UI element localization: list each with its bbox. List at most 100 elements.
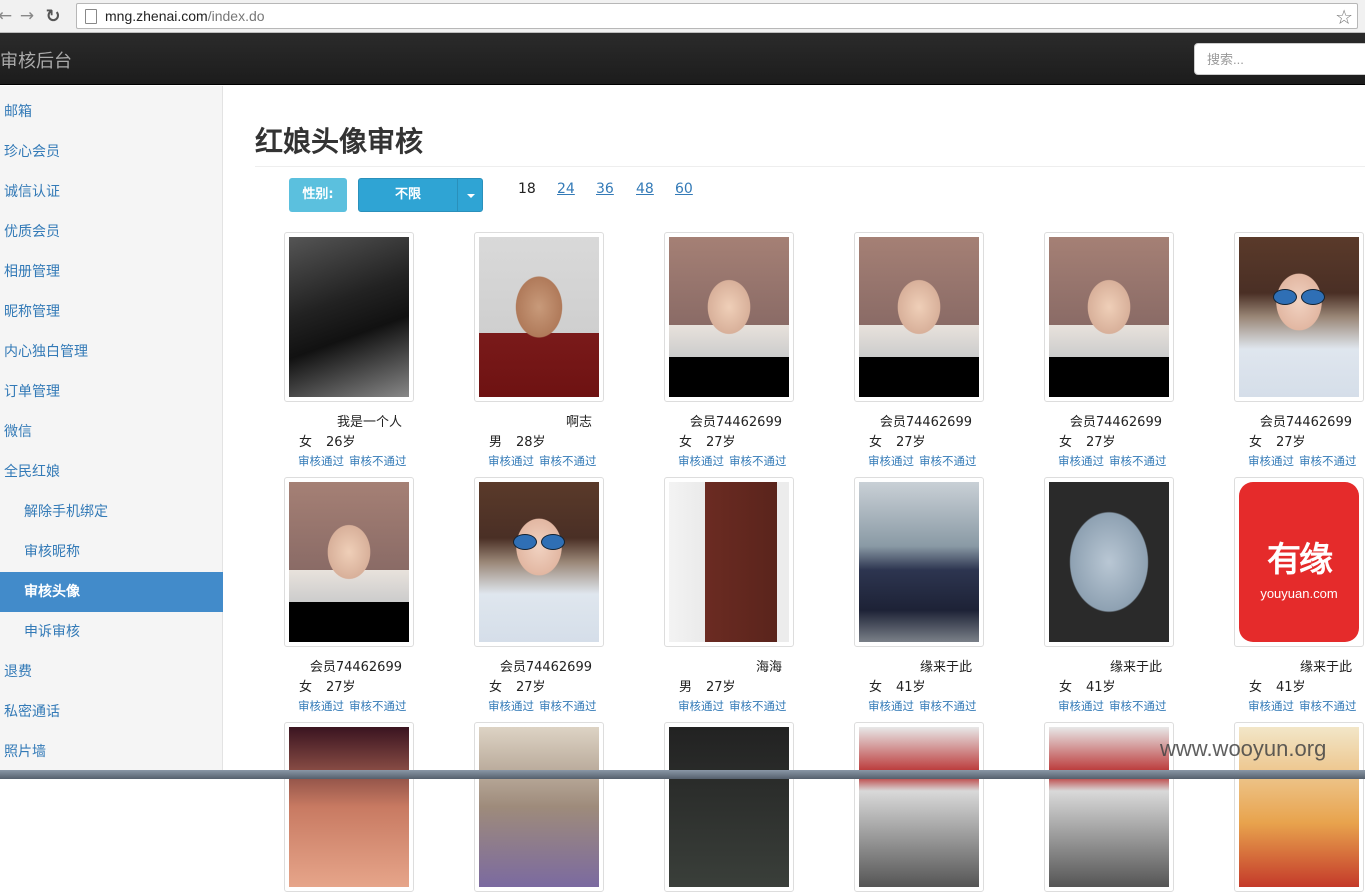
review-actions: 审核通过 审核不通过 bbox=[1058, 453, 1172, 469]
sidebar-item-monologue[interactable]: 内心独白管理 bbox=[0, 332, 223, 372]
app-navbar: 审核后台 bbox=[0, 33, 1365, 85]
approve-link[interactable]: 审核通过 bbox=[488, 699, 534, 713]
page-size-36[interactable]: 36 bbox=[596, 181, 614, 197]
sidebar-item-orders[interactable]: 订单管理 bbox=[0, 372, 223, 412]
reject-link[interactable]: 审核不通过 bbox=[919, 699, 977, 713]
member-meta: 女 26岁 bbox=[299, 431, 356, 450]
member-gender: 女 bbox=[1249, 435, 1263, 450]
approve-link[interactable]: 审核通过 bbox=[868, 454, 914, 468]
approve-link[interactable]: 审核通过 bbox=[298, 699, 344, 713]
sidebar-item-mailbox[interactable]: 邮箱 bbox=[0, 92, 223, 132]
member-name: 会员74462699 bbox=[309, 660, 402, 675]
sidebar-item-appeal-review[interactable]: 申诉审核 bbox=[0, 612, 223, 652]
reject-link[interactable]: 审核不通过 bbox=[1299, 699, 1357, 713]
reject-link[interactable]: 审核不通过 bbox=[729, 454, 787, 468]
avatar-thumbnail[interactable] bbox=[664, 477, 794, 647]
back-arrow-icon[interactable]: ← bbox=[0, 5, 16, 27]
reject-link[interactable]: 审核不通过 bbox=[1299, 454, 1357, 468]
sidebar-item-nickname[interactable]: 昵称管理 bbox=[0, 292, 223, 332]
sidebar-item-matchmaker[interactable]: 全民红娘 bbox=[0, 452, 223, 492]
sidebar-item-review-avatar[interactable]: 审核头像 bbox=[0, 572, 223, 612]
avatar-thumbnail[interactable] bbox=[474, 477, 604, 647]
member-age: 27岁 bbox=[706, 435, 736, 450]
caret-down-icon[interactable] bbox=[457, 178, 483, 212]
forward-arrow-icon[interactable]: → bbox=[16, 5, 38, 27]
avatar-thumbnail[interactable] bbox=[1234, 232, 1364, 402]
reject-link[interactable]: 审核不通过 bbox=[349, 699, 407, 713]
reload-icon[interactable]: ↻ bbox=[42, 5, 64, 27]
url-text: mng.zhenai.com/index.do bbox=[105, 8, 265, 24]
avatar-thumbnail[interactable] bbox=[1044, 722, 1174, 892]
avatar-thumbnail[interactable] bbox=[474, 232, 604, 402]
avatar-thumbnail[interactable] bbox=[664, 722, 794, 892]
avatar-thumbnail[interactable] bbox=[284, 477, 414, 647]
reject-link[interactable]: 审核不通过 bbox=[919, 454, 977, 468]
avatar-photo bbox=[669, 237, 789, 397]
avatar-thumbnail[interactable] bbox=[854, 232, 984, 402]
reject-link[interactable]: 审核不通过 bbox=[539, 699, 597, 713]
page-size-48[interactable]: 48 bbox=[636, 181, 654, 197]
member-gender: 女 bbox=[1249, 680, 1263, 695]
sidebar-item-private-call[interactable]: 私密通话 bbox=[0, 692, 223, 732]
approve-link[interactable]: 审核通过 bbox=[868, 699, 914, 713]
reject-link[interactable]: 审核不通过 bbox=[1109, 454, 1167, 468]
reject-link[interactable]: 审核不通过 bbox=[539, 454, 597, 468]
sidebar-item-album[interactable]: 相册管理 bbox=[0, 252, 223, 292]
avatar-thumbnail[interactable] bbox=[284, 232, 414, 402]
member-meta: 男 27岁 bbox=[679, 676, 736, 695]
member-meta: 女 27岁 bbox=[299, 676, 356, 695]
avatar-thumbnail[interactable] bbox=[854, 722, 984, 892]
sidebar-item-unbind-phone[interactable]: 解除手机绑定 bbox=[0, 492, 223, 532]
sidebar-item-photo-wall[interactable]: 照片墙 bbox=[0, 732, 223, 772]
approve-link[interactable]: 审核通过 bbox=[1058, 454, 1104, 468]
search-input[interactable] bbox=[1194, 43, 1365, 75]
address-bar[interactable]: mng.zhenai.com/index.do ☆ bbox=[76, 3, 1358, 29]
reject-link[interactable]: 审核不通过 bbox=[349, 454, 407, 468]
member-meta: 女 27岁 bbox=[1059, 431, 1116, 450]
approve-link[interactable]: 审核通过 bbox=[1058, 699, 1104, 713]
avatar-thumbnail[interactable] bbox=[664, 232, 794, 402]
sidebar-item-refund[interactable]: 退费 bbox=[0, 652, 223, 692]
reject-link[interactable]: 审核不通过 bbox=[729, 699, 787, 713]
member-age: 28岁 bbox=[516, 435, 546, 450]
member-meta: 女 27岁 bbox=[489, 676, 546, 695]
avatar-photo bbox=[479, 237, 599, 397]
sidebar-item-verification[interactable]: 诚信认证 bbox=[0, 172, 223, 212]
avatar-thumbnail[interactable] bbox=[854, 477, 984, 647]
gender-select-button[interactable]: 不限 bbox=[358, 178, 458, 212]
page-size-24[interactable]: 24 bbox=[557, 181, 575, 197]
browser-toolbar: ← → ↻ mng.zhenai.com/index.do ☆ bbox=[0, 0, 1365, 33]
avatar-thumbnail[interactable] bbox=[474, 722, 604, 892]
approve-link[interactable]: 审核通过 bbox=[678, 454, 724, 468]
approve-link[interactable]: 审核通过 bbox=[298, 454, 344, 468]
member-age: 27岁 bbox=[516, 680, 546, 695]
reject-link[interactable]: 审核不通过 bbox=[1109, 699, 1167, 713]
approve-link[interactable]: 审核通过 bbox=[678, 699, 724, 713]
page-size-60[interactable]: 60 bbox=[675, 181, 693, 197]
member-gender: 女 bbox=[1059, 680, 1073, 695]
sidebar-item-wechat[interactable]: 微信 bbox=[0, 412, 223, 452]
member-age: 26岁 bbox=[326, 435, 356, 450]
bookmark-star-icon[interactable]: ☆ bbox=[1335, 5, 1353, 29]
app-brand[interactable]: 审核后台 bbox=[0, 47, 72, 73]
avatar-thumbnail[interactable] bbox=[1044, 477, 1174, 647]
sidebar-item-review-nickname[interactable]: 审核昵称 bbox=[0, 532, 223, 572]
approve-link[interactable]: 审核通过 bbox=[488, 454, 534, 468]
approve-link[interactable]: 审核通过 bbox=[1248, 699, 1294, 713]
sidebar-item-vip-members[interactable]: 珍心会员 bbox=[0, 132, 223, 172]
sidebar-item-premium-members[interactable]: 优质会员 bbox=[0, 212, 223, 252]
page-icon bbox=[85, 8, 97, 24]
member-gender: 女 bbox=[299, 680, 313, 695]
avatar-thumbnail[interactable] bbox=[1044, 232, 1174, 402]
avatar-thumbnail[interactable]: 有缘 youyuan.com bbox=[1234, 477, 1364, 647]
review-actions: 审核通过 审核不通过 bbox=[1248, 453, 1362, 469]
title-divider bbox=[255, 166, 1365, 167]
youyuan-logo: 有缘 youyuan.com bbox=[1239, 482, 1359, 642]
review-actions: 审核通过 审核不通过 bbox=[868, 453, 982, 469]
approve-link[interactable]: 审核通过 bbox=[1248, 454, 1294, 468]
member-name: 会员74462699 bbox=[1069, 415, 1162, 430]
avatar-thumbnail[interactable] bbox=[284, 722, 414, 892]
review-actions: 审核通过 审核不通过 bbox=[298, 698, 412, 714]
member-meta: 男 28岁 bbox=[489, 431, 546, 450]
member-name: 缘来于此 bbox=[1109, 660, 1162, 675]
